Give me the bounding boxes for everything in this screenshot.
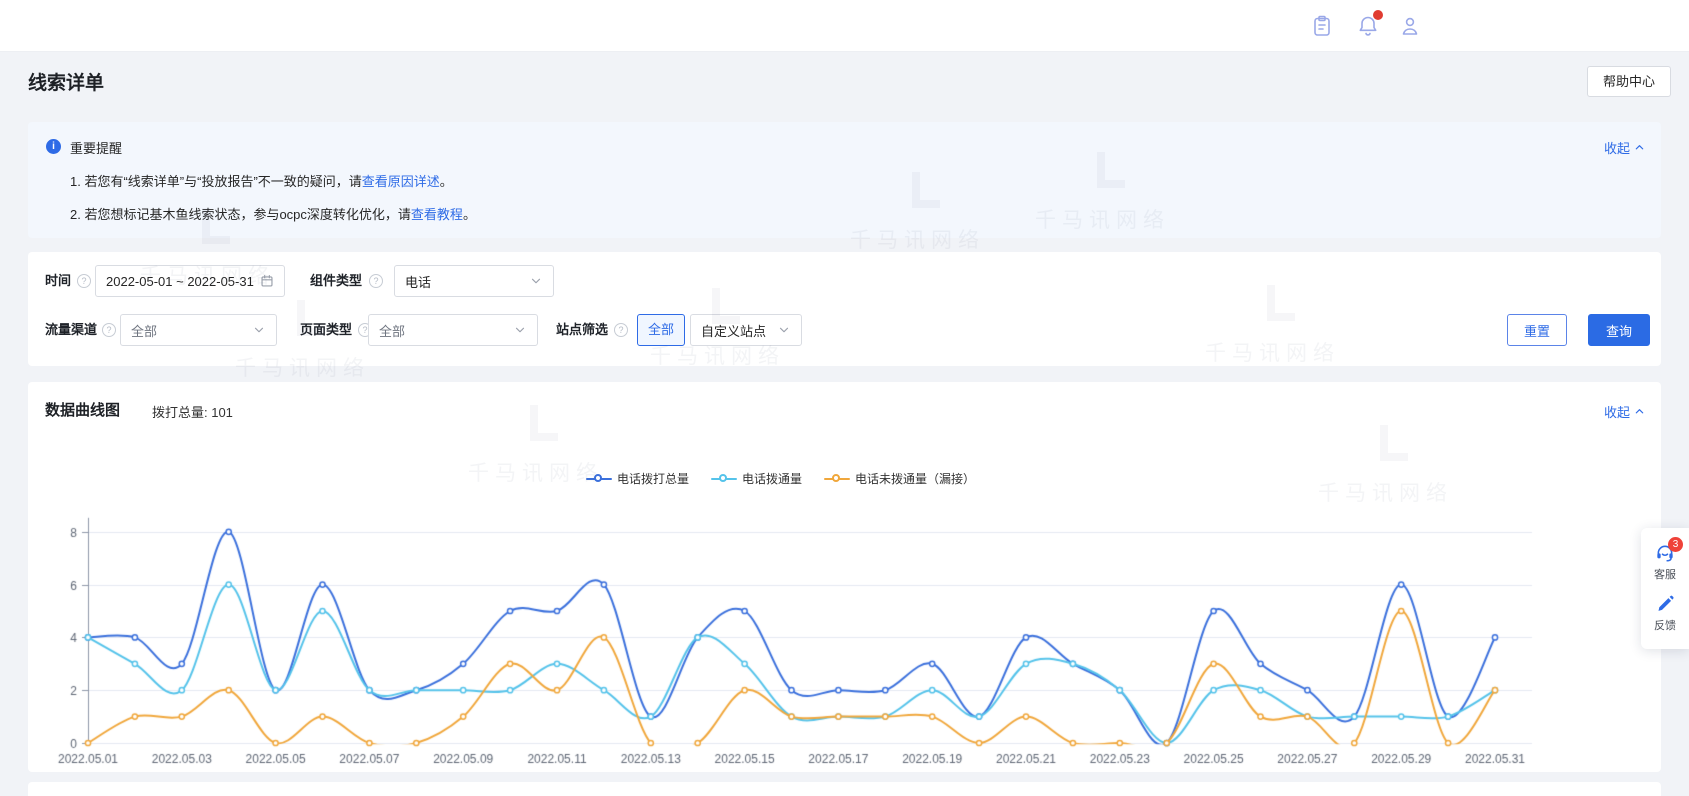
page-title: 线索详单 [28,68,104,95]
traffic-channel-help-icon[interactable]: ? [102,323,116,337]
chevron-up-icon [1634,406,1645,417]
traffic-channel-select[interactable]: 全部 [120,314,277,346]
clipboard-icon[interactable] [1310,14,1334,38]
reset-button[interactable]: 重置 [1507,314,1567,346]
query-button[interactable]: 查询 [1588,314,1650,346]
chart-section-title: 数据曲线图 [45,399,120,420]
site-filter-help-icon[interactable]: ? [614,323,628,337]
chevron-down-icon [513,323,527,337]
customer-service-button[interactable]: 3 客服 [1641,537,1689,588]
legend-item-connected-calls[interactable]: 电话拨通量 [711,470,802,487]
chevron-up-icon [1634,142,1645,153]
total-calls-label: 拨打总量: 101 [152,402,233,421]
legend-marker-icon [711,473,737,485]
chart-card: 数据曲线图 拨打总量: 101 收起 电话拨打总量 电话拨通量 电话未拨通量（漏… [28,382,1661,772]
calendar-icon [260,274,274,288]
help-center-button[interactable]: 帮助中心 [1587,66,1671,97]
page-type-label: 页面类型 [300,314,352,346]
chevron-down-icon [252,323,266,337]
notice-collapse-button[interactable]: 收起 [1604,138,1645,157]
notice-item-1: 1. 若您有“线索详单”与“投放报告”不一致的疑问，请查看原因详述。 [70,171,453,190]
legend-marker-icon [824,473,850,485]
topbar [0,0,1689,52]
chart-collapse-button[interactable]: 收起 [1604,402,1645,421]
line-chart-canvas[interactable] [40,490,1620,768]
chevron-down-icon [777,323,791,337]
component-type-label: 组件类型 [310,265,362,297]
filter-card: 时间 ? 2022-05-01 ~ 2022-05-31 组件类型 ? 电话 流… [28,252,1661,366]
notice-title: 重要提醒 [70,138,122,157]
legend-item-total-calls[interactable]: 电话拨打总量 [586,470,689,487]
component-type-help-icon[interactable]: ? [369,274,383,288]
legend-item-missed-calls[interactable]: 电话未拨通量（漏接） [824,470,975,487]
page: 线索详单 帮助中心 i 重要提醒 收起 1. 若您有“线索详单”与“投放报告”不… [0,0,1689,796]
notice-link-1[interactable]: 查看原因详述 [362,174,440,189]
notification-dot [1373,10,1383,20]
time-label: 时间 [45,265,71,297]
floating-widget: 3 客服 反馈 [1641,528,1689,649]
user-icon[interactable] [1398,14,1422,38]
component-type-select[interactable]: 电话 [394,265,554,297]
page-type-select[interactable]: 全部 [368,314,538,346]
notice-item-2: 2. 若您想标记基木鱼线索状态，参与ocpc深度转化优化，请查看教程。 [70,204,476,223]
chart-legend: 电话拨打总量 电话拨通量 电话未拨通量（漏接） [586,470,975,487]
feedback-button[interactable]: 反馈 [1641,588,1689,639]
notice-link-2[interactable]: 查看教程 [411,207,463,222]
info-icon: i [46,139,61,154]
time-help-icon[interactable]: ? [77,274,91,288]
site-all-chip[interactable]: 全部 [637,314,685,346]
notice-card: i 重要提醒 收起 1. 若您有“线索详单”与“投放报告”不一致的疑问，请查看原… [28,122,1661,238]
bell-icon[interactable] [1356,14,1380,38]
chevron-down-icon [529,274,543,288]
legend-marker-icon [586,473,612,485]
custom-site-select[interactable]: 自定义站点 [690,314,802,346]
traffic-channel-label: 流量渠道 [45,314,97,346]
pencil-icon [1655,594,1675,614]
customer-service-badge: 3 [1668,537,1683,552]
next-section-card [28,782,1661,796]
site-filter-label: 站点筛选 [556,314,608,346]
date-range-input[interactable]: 2022-05-01 ~ 2022-05-31 [95,265,285,297]
